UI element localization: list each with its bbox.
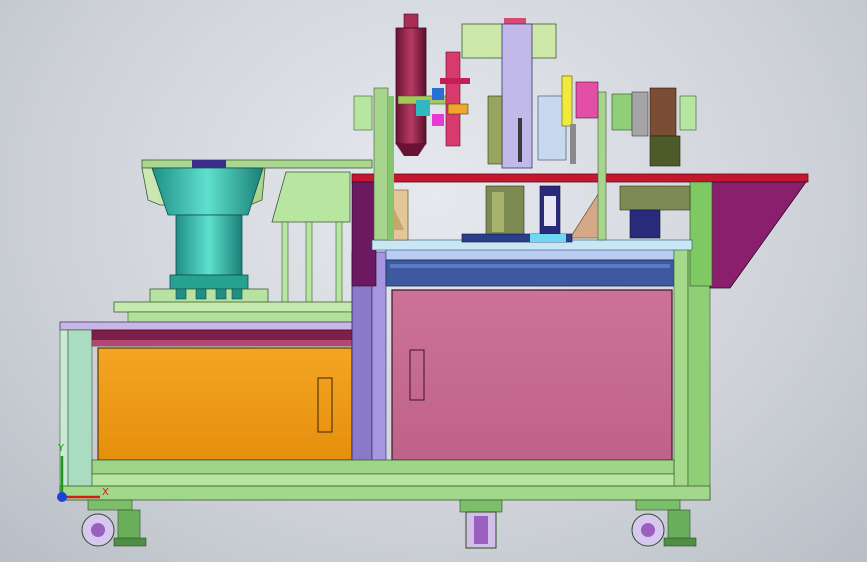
base-frame[interactable] [59, 247, 711, 501]
pneumatic-cylinder-large[interactable] [395, 13, 449, 156]
caster-right[interactable] [631, 499, 697, 547]
cad-viewport[interactable]: X Y [0, 0, 867, 562]
central-slide-column[interactable] [461, 18, 567, 169]
right-actuator-group[interactable] [561, 75, 681, 167]
caster-middle[interactable] [459, 499, 503, 549]
machine-assembly-model[interactable] [0, 0, 867, 562]
caster-left[interactable] [81, 499, 147, 547]
triad-x-label: X [102, 487, 109, 498]
triad-y-label: Y [58, 443, 65, 454]
